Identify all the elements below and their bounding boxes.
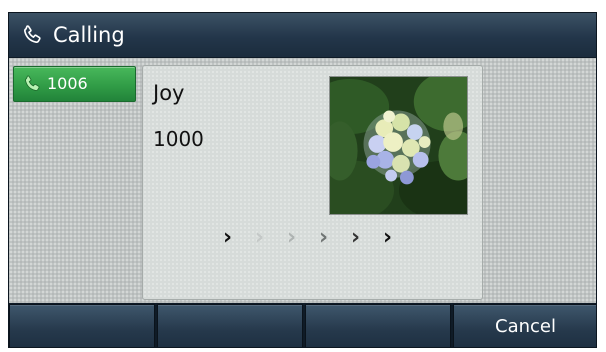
progress-arrow-5: › bbox=[351, 225, 361, 250]
softkey-2[interactable] bbox=[157, 304, 303, 347]
progress-arrow-3: › bbox=[287, 225, 297, 250]
phone-handset-icon bbox=[25, 75, 40, 91]
progress-arrow-6: › bbox=[383, 225, 393, 250]
line-key-label: 1006 bbox=[47, 74, 88, 93]
softkey-3[interactable] bbox=[305, 304, 451, 347]
call-area: 1006 Joy 1000 › › › › › › bbox=[9, 58, 596, 303]
page-title: Calling bbox=[53, 23, 125, 47]
phone-handset-icon bbox=[24, 25, 41, 43]
cancel-button-label: Cancel bbox=[495, 316, 556, 337]
caller-number: 1000 bbox=[153, 127, 204, 151]
call-info-panel: Joy 1000 › › › › › › bbox=[142, 65, 483, 300]
progress-arrow-4: › bbox=[319, 225, 329, 250]
progress-arrow-2: › bbox=[255, 225, 265, 250]
caller-avatar bbox=[329, 76, 468, 215]
line-key-1006[interactable]: 1006 bbox=[13, 66, 136, 102]
title-bar: Calling bbox=[9, 13, 596, 58]
softkey-bar: Cancel bbox=[9, 303, 596, 347]
cancel-button[interactable]: Cancel bbox=[453, 304, 596, 347]
hydrangea-flower-photo bbox=[330, 77, 467, 214]
softkey-1[interactable] bbox=[9, 304, 155, 347]
phone-screen: Calling 1006 Joy 1000 › › › › › › Cancel bbox=[8, 12, 597, 348]
progress-arrow-1: › bbox=[223, 225, 233, 250]
dialing-progress-indicator: › › › › › › bbox=[223, 225, 413, 250]
caller-name: Joy bbox=[153, 81, 185, 105]
